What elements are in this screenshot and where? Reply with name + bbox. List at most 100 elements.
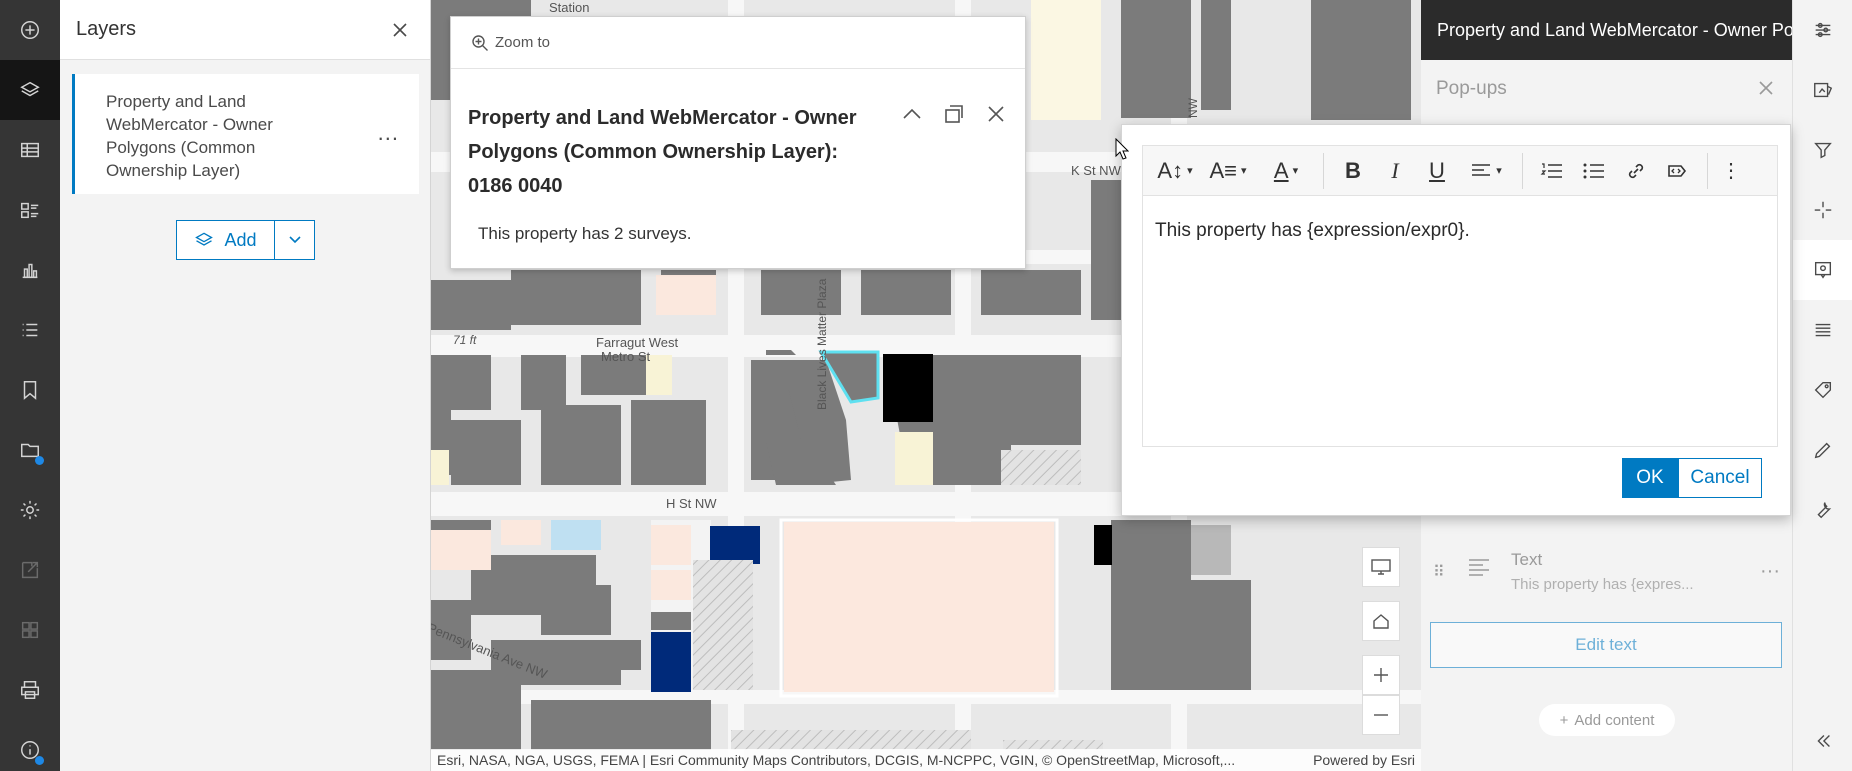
- pencil-icon: [1814, 442, 1831, 459]
- apps-tool-button[interactable]: [0, 600, 60, 660]
- popup-actions: [901, 103, 1007, 125]
- layer-options-button[interactable]: ...: [378, 120, 399, 146]
- add-content-button[interactable]: + Add content: [1539, 704, 1675, 736]
- printer-icon: [21, 681, 39, 699]
- insert-field-icon: [1668, 164, 1687, 177]
- close-icon[interactable]: [985, 103, 1007, 125]
- popups-title: Pop-ups: [1436, 78, 1507, 99]
- layer-list-item[interactable]: Property and Land WebMercator - Owner Po…: [72, 74, 419, 194]
- text-align-icon: [1465, 554, 1493, 587]
- legend-tool-button[interactable]: [0, 180, 60, 240]
- share-icon: [21, 561, 39, 579]
- map-label-farragut: Farragut West: [596, 335, 679, 350]
- bookmarks-tool-button[interactable]: [0, 360, 60, 420]
- plus-icon: [1374, 668, 1388, 682]
- italic-button[interactable]: I: [1374, 146, 1416, 196]
- font-color-icon: A: [1273, 157, 1289, 183]
- fullscreen-button[interactable]: [1362, 547, 1400, 587]
- italic-icon: I: [1391, 157, 1399, 183]
- add-button[interactable]: [0, 0, 60, 60]
- insert-field-button[interactable]: [1657, 146, 1699, 196]
- edit-text-button[interactable]: Edit text: [1430, 622, 1782, 668]
- add-content-label: Add content: [1574, 711, 1655, 729]
- info-tool-button[interactable]: [0, 720, 60, 771]
- close-popups-button[interactable]: [1758, 80, 1774, 102]
- apps-icon: [21, 621, 39, 639]
- styles-icon: [1814, 82, 1833, 98]
- numbered-list-icon: [1540, 162, 1562, 178]
- toolbar-divider: [1522, 152, 1523, 189]
- plus-circle-icon: [21, 21, 39, 39]
- filter-button[interactable]: [1793, 120, 1852, 180]
- heading-button[interactable]: A≡ ▾: [1199, 146, 1257, 196]
- layer-selector[interactable]: Property and Land WebMercator - Owner Po…: [1421, 0, 1792, 60]
- numbered-list-button[interactable]: [1531, 146, 1573, 196]
- home-button[interactable]: [1362, 601, 1400, 641]
- link-icon: [1628, 163, 1644, 178]
- add-layer-button[interactable]: Add: [176, 220, 275, 260]
- cancel-button[interactable]: Cancel: [1678, 458, 1762, 498]
- close-icon: [1759, 81, 1773, 95]
- popup-body: This property has 2 surveys.: [478, 224, 692, 243]
- text-element-options-button[interactable]: ···: [1760, 560, 1780, 583]
- layers-icon: [195, 232, 214, 246]
- table-icon: [21, 142, 39, 158]
- chevron-up-icon[interactable]: [901, 103, 923, 125]
- more-vertical-icon: ⋮: [1721, 160, 1741, 182]
- layer-name: Property and Land WebMercator - Owner Po…: [106, 92, 273, 180]
- chevron-down-icon: ▾: [1240, 165, 1247, 177]
- tables-tool-button[interactable]: [0, 120, 60, 180]
- text-editor-dialog: A↕ ▾ A≡ ▾ A ▾ B I U ▾ ⋮ This property has {…: [1121, 124, 1791, 516]
- bullet-list-icon: [1583, 163, 1604, 178]
- fields-button[interactable]: [1793, 300, 1852, 360]
- underline-icon: U: [1429, 157, 1445, 183]
- sketch-button[interactable]: [1793, 420, 1852, 480]
- font-color-button[interactable]: A ▾: [1257, 146, 1315, 196]
- bold-button[interactable]: B: [1332, 146, 1374, 196]
- font-size-button[interactable]: A↕ ▾: [1151, 146, 1199, 196]
- print-tool-button[interactable]: [0, 660, 60, 720]
- fields-icon: [1815, 323, 1831, 337]
- styles-button[interactable]: [1793, 60, 1852, 120]
- charts-tool-button[interactable]: [0, 240, 60, 300]
- bookmark-icon: [23, 381, 37, 400]
- labels-button[interactable]: [1793, 360, 1852, 420]
- drag-handle-icon[interactable]: ⠿: [1433, 562, 1445, 582]
- chevrons-left-icon: [1817, 735, 1830, 747]
- zoom-to-button[interactable]: Zoom to: [451, 17, 1025, 69]
- add-layer-dropdown[interactable]: [275, 220, 315, 260]
- zoom-in-magnifier-icon: [472, 34, 488, 51]
- settings-tool-button[interactable]: [0, 480, 60, 540]
- sliders-icon: [1815, 22, 1831, 38]
- ok-button[interactable]: OK: [1622, 458, 1678, 498]
- wrench-icon: [1817, 502, 1832, 519]
- configure-button[interactable]: [1793, 480, 1852, 540]
- bullet-list-button[interactable]: [1573, 146, 1615, 196]
- list-tool-button[interactable]: [0, 300, 60, 360]
- powered-by-esri[interactable]: Powered by Esri: [1313, 752, 1415, 768]
- layers-icon: [20, 81, 40, 97]
- zoom-out-button[interactable]: [1362, 695, 1400, 735]
- underline-button[interactable]: U: [1416, 146, 1458, 196]
- zoom-in-button[interactable]: [1362, 655, 1400, 695]
- attribution-text: Esri, NASA, NGA, USGS, FEMA | Esri Commu…: [437, 752, 1236, 768]
- add-layer-group: Add: [176, 220, 315, 260]
- map-label-nw: NW: [1186, 98, 1200, 118]
- link-button[interactable]: [1615, 146, 1657, 196]
- rich-text-editor[interactable]: This property has {expression/expr0}.: [1142, 195, 1778, 447]
- map-attribution: Esri, NASA, NGA, USGS, FEMA | Esri Commu…: [431, 749, 1421, 771]
- dock-icon[interactable]: [943, 103, 965, 125]
- close-layers-button[interactable]: [388, 18, 412, 42]
- align-button[interactable]: ▾: [1458, 146, 1514, 196]
- share-tool-button[interactable]: [0, 540, 60, 600]
- monitor-icon: [1371, 559, 1391, 575]
- effects-button[interactable]: [1793, 180, 1852, 240]
- basemap-tool-button[interactable]: [0, 420, 60, 480]
- legend-icon: [21, 202, 39, 219]
- properties-button[interactable]: [1793, 0, 1852, 60]
- text-content-element[interactable]: ⠿ Text This property has {expres... ···: [1421, 540, 1792, 610]
- more-tools-button[interactable]: ⋮: [1716, 146, 1746, 196]
- popups-button[interactable]: [1793, 240, 1852, 300]
- collapse-panel-button[interactable]: [1793, 711, 1852, 771]
- layers-tool-button[interactable]: [0, 60, 60, 120]
